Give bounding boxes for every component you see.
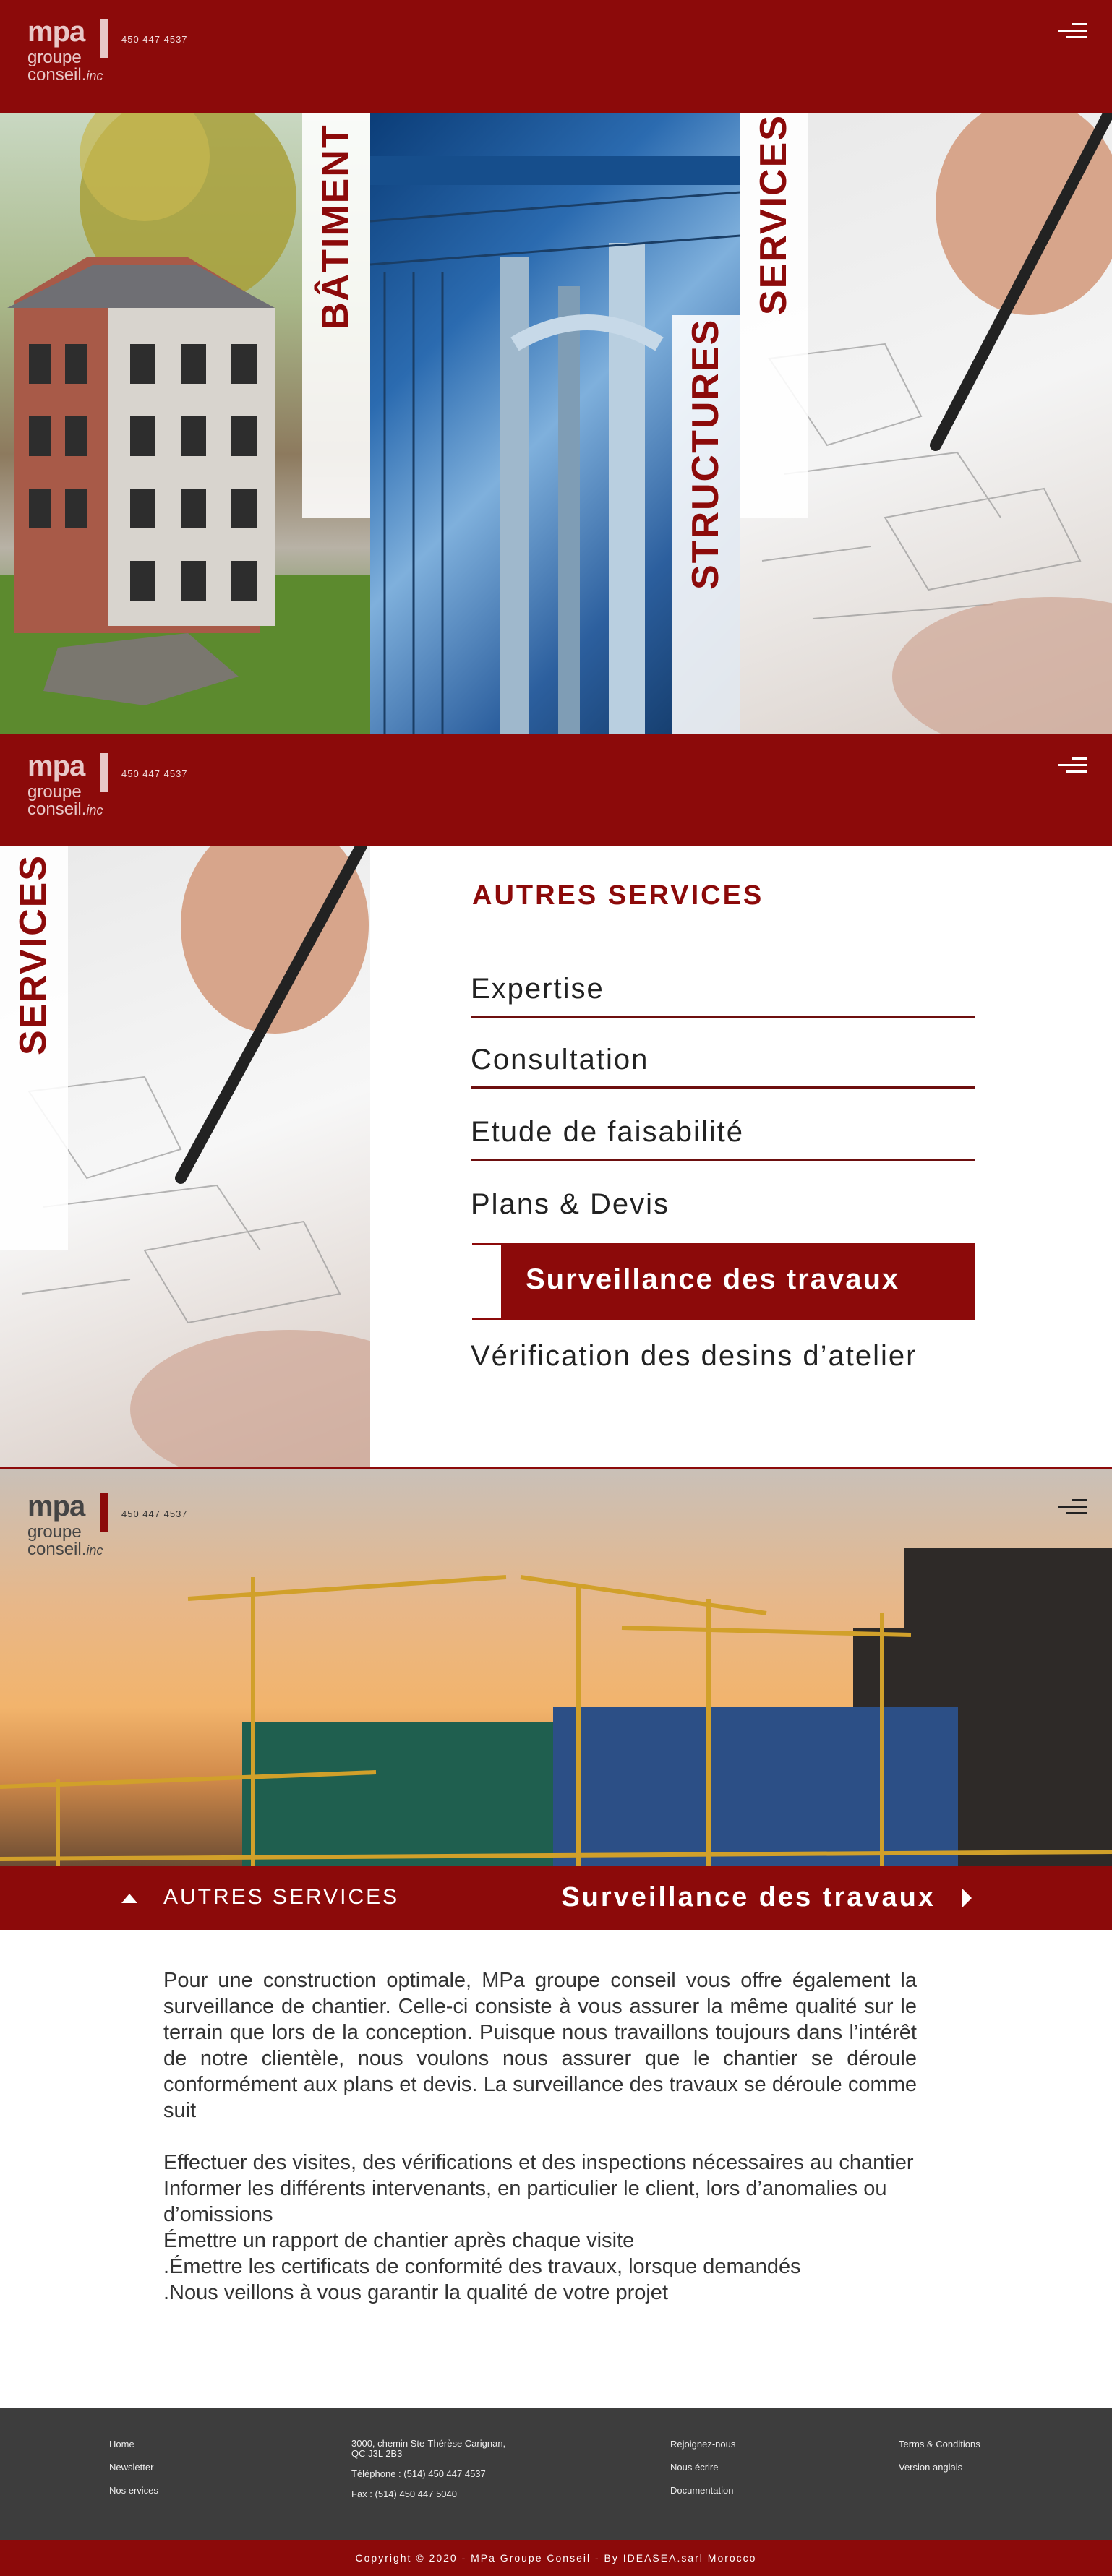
service-description: Pour une construction optimale, MPa grou… [163,1967,917,2306]
phone-number[interactable]: 450 447 4537 [121,768,188,779]
services-section: SERVICES AUTRES SERVICES Expertise Consu… [0,846,1112,1467]
next-arrow-icon[interactable] [962,1888,972,1908]
panel-label-batiment: BÂTIMENT [315,124,356,330]
logo-bar [100,753,108,792]
logo[interactable]: mpa groupe conseil.inc [26,16,192,88]
panel-batiment[interactable]: BÂTIMENT [0,113,370,734]
footer-link-english[interactable]: Version anglais [899,2462,980,2473]
logo-mpa: mpa [27,1490,85,1522]
up-arrow-icon[interactable] [121,1894,137,1903]
hamburger-menu-icon[interactable] [1058,22,1087,40]
list-item: .Émettre les certificats de conformité d… [163,2255,801,2278]
construction-banner: mpa groupe conseil.inc 450 447 4537 [0,1467,1112,1866]
site-header: mpa groupe conseil.inc 450 447 4537 [0,0,1112,113]
footer-link-ecrire[interactable]: Nous écrire [670,2462,735,2473]
service-item-plans-devis[interactable]: Plans & Devis [471,1188,975,1221]
list-item: Informer les différents intervenants, en… [163,2177,887,2226]
footer-telephone[interactable]: Téléphone : (514) 450 447 4537 [351,2469,505,2479]
footer-link-home[interactable]: Home [109,2439,158,2450]
logo-mpa: mpa [27,750,85,782]
logo-mpa: mpa [27,16,85,48]
footer-link-rejoignez[interactable]: Rejoignez-nous [670,2439,735,2450]
phone-number[interactable]: 450 447 4537 [121,1508,188,1519]
service-nav-strip: AUTRES SERVICES Surveillance des travaux [0,1866,1112,1930]
logo-bar [100,1493,108,1532]
footer-link-terms[interactable]: Terms & Conditions [899,2439,980,2450]
current-service-title: Surveillance des travaux [561,1882,936,1912]
panel-label-structures: STRUCTURES [685,318,727,590]
list-item: Effectuer des visites, des vérifications… [163,2151,914,2174]
site-footer: Home Newsletter Nos ervices 3000, chemin… [0,2408,1112,2540]
service-item-expertise[interactable]: Expertise [471,973,975,1018]
site-header: mpa groupe conseil.inc 450 447 4537 [0,734,1112,847]
logo[interactable]: mpa groupe conseil.inc [26,750,192,823]
panel-services[interactable]: SERVICES [740,113,1112,734]
hamburger-menu-icon[interactable] [1058,756,1087,775]
footer-col-legal: Terms & Conditions Version anglais [899,2439,980,2485]
footer-link-services[interactable]: Nos ervices [109,2485,158,2496]
footer-col-contact: 3000, chemin Ste-Thérèse Carignan, QC J3L… [351,2439,505,2510]
service-item-surveillance-active[interactable]: Surveillance des travaux [472,1243,975,1320]
logo-bar [100,19,108,58]
hamburger-menu-icon[interactable] [1058,1498,1087,1516]
footer-link-newsletter[interactable]: Newsletter [109,2462,158,2473]
services-title: AUTRES SERVICES [472,880,764,911]
panel-label-services: SERVICES [753,113,795,315]
side-label-services: SERVICES [12,854,54,1055]
service-item-faisabilite[interactable]: Etude de faisabilité [471,1116,975,1161]
list-item: Émettre un rapport de chantier après cha… [163,2229,635,2252]
panel-structures[interactable]: STRUCTURES [370,113,740,734]
logo[interactable]: mpa groupe conseil.inc [26,1490,192,1563]
footer-address: 3000, chemin Ste-Thérèse Carignan, QC J3L… [351,2438,506,2459]
services-image: SERVICES [0,846,370,1467]
footer-col-nav: Home Newsletter Nos ervices [109,2439,158,2508]
service-item-consultation[interactable]: Consultation [471,1044,975,1089]
service-item-verification[interactable]: Vérification des desins d’atelier [471,1340,975,1373]
active-label: Surveillance des travaux [526,1263,900,1295]
hero-panels: BÂTIMENT STRUCTURES SERVICES [0,113,1112,734]
back-to-services-link[interactable]: AUTRES SERVICES [163,1885,399,1910]
description-paragraph: Pour une construction optimale, MPa grou… [163,1969,917,2122]
logo-conseil: conseil.inc [27,1540,103,1559]
footer-fax: Fax : (514) 450 447 5040 [351,2489,457,2499]
list-item: .Nous veillons à vous garantir la qualit… [163,2281,668,2304]
phone-number[interactable]: 450 447 4537 [121,34,188,45]
footer-col-company: Rejoignez-nous Nous écrire Documentation [670,2439,735,2508]
copyright-bar: Copyright © 2020 - MPa Groupe Conseil - … [0,2540,1112,2576]
logo-conseil: conseil.inc [27,65,103,85]
logo-conseil: conseil.inc [27,799,103,819]
active-bracket [472,1243,501,1320]
footer-link-documentation[interactable]: Documentation [670,2485,735,2496]
